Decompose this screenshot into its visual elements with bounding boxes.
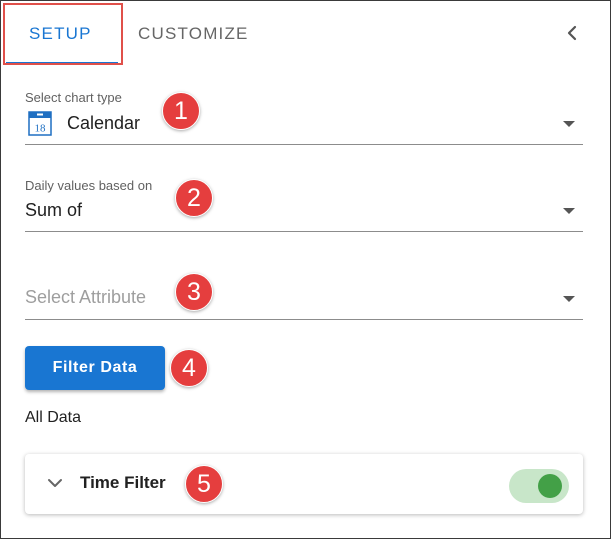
attribute-select[interactable]: Select Attribute [25,287,146,308]
tab-customize[interactable]: CUSTOMIZE [138,24,249,44]
toggle-knob[interactable] [538,474,562,498]
annotation-marker-1: 1 [162,92,200,130]
filter-status-text: All Data [25,409,82,426]
annotation-marker-5: 5 [185,465,223,503]
svg-text:18: 18 [35,123,47,135]
daily-values-dropdown-arrow-icon[interactable] [563,208,575,214]
attribute-dropdown-arrow-icon[interactable] [563,296,575,302]
annotation-marker-3: 3 [175,273,213,311]
chevron-down-icon [48,479,62,487]
chevron-left-icon [567,25,577,41]
chart-type-dropdown-arrow-icon[interactable] [563,121,575,127]
time-filter-title: Time Filter [80,473,166,492]
collapse-panel-button[interactable] [562,22,582,44]
setup-tab-highlight-box [3,3,123,65]
attribute-underline [25,319,583,320]
daily-values-underline [25,231,583,232]
daily-values-value[interactable]: Sum of [25,200,82,221]
chart-type-value[interactable]: Calendar [67,113,140,134]
daily-values-label: Daily values based on [25,178,153,193]
chart-type-underline [25,144,583,145]
chart-type-label: Select chart type [25,90,122,105]
annotation-marker-2: 2 [175,179,213,217]
annotation-marker-4: 4 [170,349,208,387]
calendar-icon: 18 [28,111,52,136]
expand-time-filter-button[interactable] [46,476,64,490]
filter-data-button[interactable]: Filter Data [25,346,165,390]
